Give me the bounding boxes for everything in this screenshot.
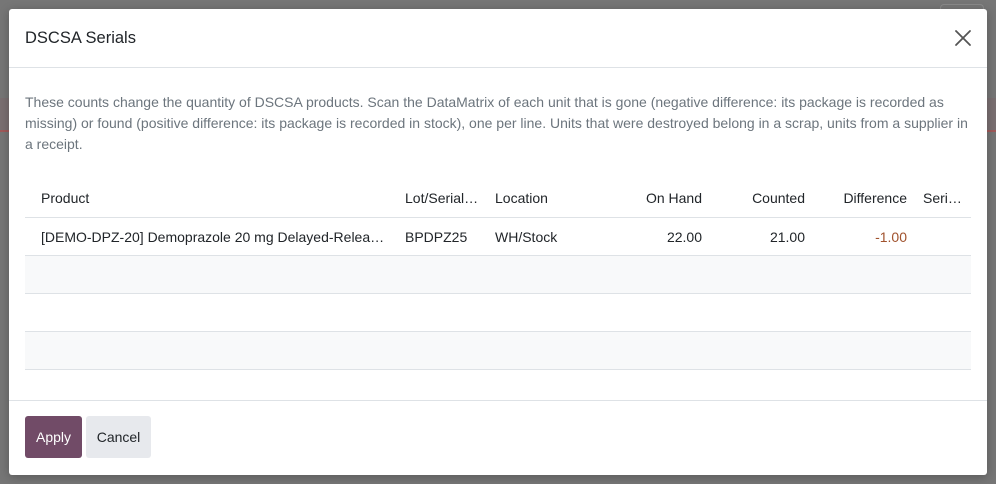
empty-row [25, 331, 971, 370]
cell-counted[interactable]: 21.00 [710, 217, 813, 256]
column-header-serials[interactable]: Serials [915, 178, 971, 218]
info-text: These counts change the quantity of DSCS… [25, 94, 968, 152]
close-button[interactable] [951, 26, 975, 50]
cell-difference[interactable]: -1.00 [813, 217, 915, 256]
column-header-location[interactable]: Location [487, 178, 613, 218]
apply-button[interactable]: Apply [25, 416, 82, 458]
cell-on-hand[interactable]: 22.00 [613, 217, 710, 256]
cell-lot[interactable]: BPDPZ25 [397, 217, 487, 256]
column-header-product[interactable]: Product [25, 178, 397, 218]
empty-row [25, 293, 971, 332]
dialog-body: These counts change the quantity of DSCS… [25, 68, 971, 370]
dialog-header: DSCSA Serials [9, 9, 987, 68]
column-header-on-hand[interactable]: On Hand [613, 178, 710, 218]
close-icon [955, 30, 971, 46]
empty-row [25, 255, 971, 294]
cell-location[interactable]: WH/Stock [487, 217, 613, 256]
dialog-title: DSCSA Serials [25, 29, 136, 47]
cell-product[interactable]: [DEMO-DPZ-20] Demoprazole 20 mg Delayed-… [25, 217, 397, 256]
table-row[interactable]: [DEMO-DPZ-20] Demoprazole 20 mg Delayed-… [25, 217, 971, 256]
column-header-counted[interactable]: Counted [710, 178, 813, 218]
table-header-row: Product Lot/Serial Number Location On Ha… [25, 178, 971, 218]
dscsa-serials-dialog: DSCSA Serials These counts change the qu… [9, 9, 987, 475]
column-header-lot[interactable]: Lot/Serial Number [397, 178, 487, 218]
cancel-button[interactable]: Cancel [86, 416, 151, 458]
cell-serials[interactable] [915, 217, 971, 256]
serials-table: Product Lot/Serial Number Location On Ha… [25, 178, 971, 370]
dialog-footer: Apply Cancel [9, 400, 987, 475]
column-header-difference[interactable]: Difference [813, 178, 915, 218]
